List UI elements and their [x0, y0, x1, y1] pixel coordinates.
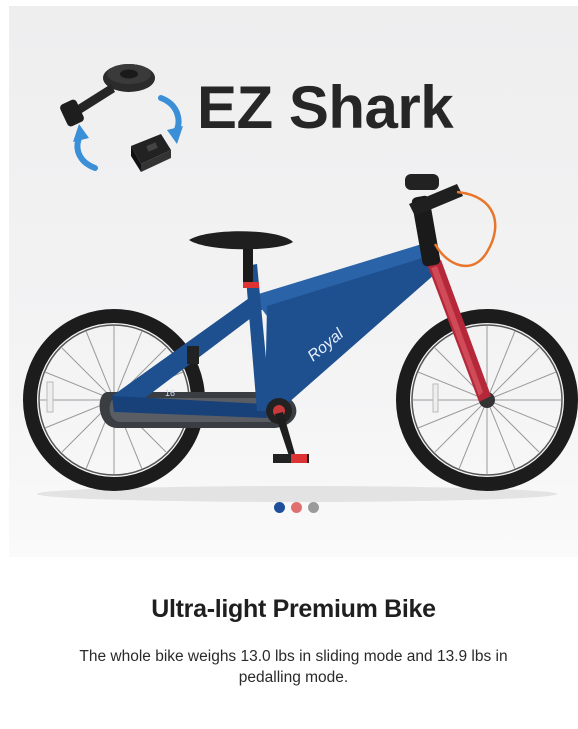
- carousel-dots: [274, 502, 319, 513]
- carousel-dot-1[interactable]: [274, 502, 285, 513]
- caption-section: Ultra-light Premium Bike The whole bike …: [9, 557, 578, 729]
- frame-size-label: 16: [165, 388, 175, 398]
- bike-illustration: Royal 16: [23, 174, 578, 502]
- brand-title: EZ Shark: [197, 74, 454, 141]
- product-slide-card: EZ Shark Royal 16 Ultra-light Premium Bi…: [9, 6, 578, 729]
- front-wheel: [396, 309, 578, 491]
- carousel-dot-3[interactable]: [308, 502, 319, 513]
- crank-pedal-icon: [60, 64, 155, 127]
- carousel-dot-2[interactable]: [291, 502, 302, 513]
- caption-title: Ultra-light Premium Bike: [151, 595, 436, 623]
- hero-image: EZ Shark Royal 16: [9, 6, 578, 557]
- caption-text: The whole bike weighs 13.0 lbs in slidin…: [79, 648, 508, 686]
